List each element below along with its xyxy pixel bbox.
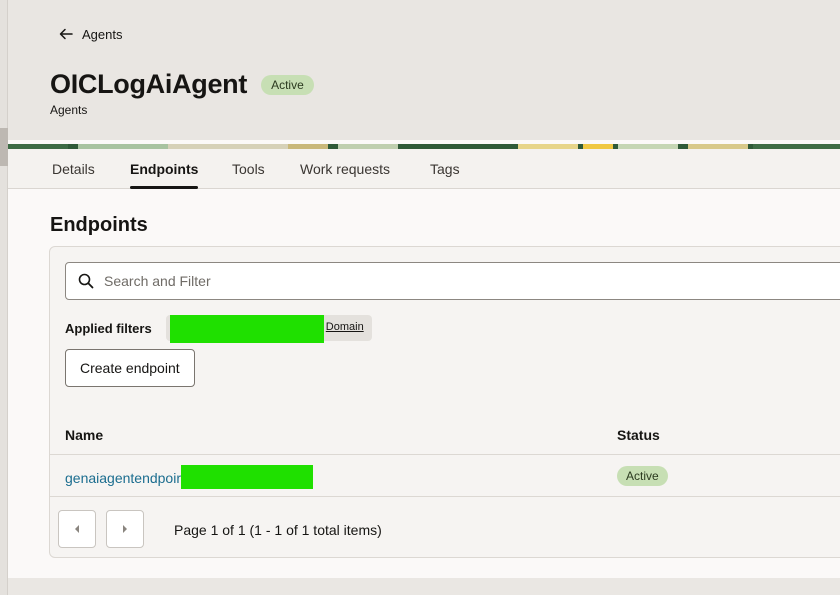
bottom-decorative-strip: [8, 578, 840, 595]
page-subtitle: Agents: [50, 103, 88, 117]
tab-endpoints[interactable]: Endpoints: [130, 149, 199, 189]
filter-chip[interactable]: Domain: [165, 315, 372, 343]
table-row: genaiagentendpoir Active: [50, 455, 840, 497]
page-title: OICLogAiAgent: [50, 69, 248, 99]
filter-chip-domain[interactable]: Domain: [326, 321, 364, 333]
create-endpoint-button[interactable]: Create endpoint: [65, 349, 195, 387]
tab-work-requests[interactable]: Work requests: [300, 149, 390, 189]
previous-page-button[interactable]: [58, 510, 96, 548]
pagination: Page 1 of 1 (1 - 1 of 1 total items): [50, 498, 840, 558]
gutter-tab: [0, 128, 8, 166]
pagination-text: Page 1 of 1 (1 - 1 of 1 total items): [174, 522, 382, 538]
arrow-left-icon: [59, 28, 73, 40]
endpoints-panel: Applied filters Domain Create endpoint N…: [49, 246, 840, 558]
triangle-right-icon: [123, 525, 127, 533]
column-header-name[interactable]: Name: [65, 427, 103, 443]
back-link[interactable]: Agents: [58, 26, 122, 42]
tab-bar: Details Endpoints Tools Work requests Ta…: [8, 149, 840, 189]
tab-tools[interactable]: Tools: [232, 149, 265, 189]
redacted-block: [181, 465, 313, 489]
search-icon: [78, 273, 94, 289]
search-box[interactable]: [65, 262, 840, 300]
title-row: OICLogAiAgent Active: [50, 69, 314, 100]
endpoint-name-text[interactable]: genaiagentendpoir: [65, 470, 181, 486]
column-header-status[interactable]: Status: [617, 427, 660, 443]
tab-tags[interactable]: Tags: [430, 149, 460, 189]
status-badge: Active: [617, 466, 668, 486]
decorative-banner: [8, 140, 840, 149]
next-page-button[interactable]: [106, 510, 144, 548]
applied-filters-row: Applied filters Domain: [65, 315, 372, 343]
endpoint-name-link[interactable]: genaiagentendpoir: [65, 465, 313, 489]
applied-filters-label: Applied filters: [65, 320, 152, 336]
page-header: Agents OICLogAiAgent Active Agents: [8, 0, 840, 140]
table-header: Name Status: [50, 417, 840, 455]
search-input[interactable]: [104, 273, 804, 289]
status-badge: Active: [261, 74, 314, 95]
left-gutter: [0, 0, 8, 595]
tab-details[interactable]: Details: [52, 149, 95, 189]
back-link-label: Agents: [82, 26, 123, 42]
redacted-block: [169, 315, 324, 343]
triangle-left-icon: [75, 525, 79, 533]
section-title: Endpoints: [50, 214, 148, 236]
